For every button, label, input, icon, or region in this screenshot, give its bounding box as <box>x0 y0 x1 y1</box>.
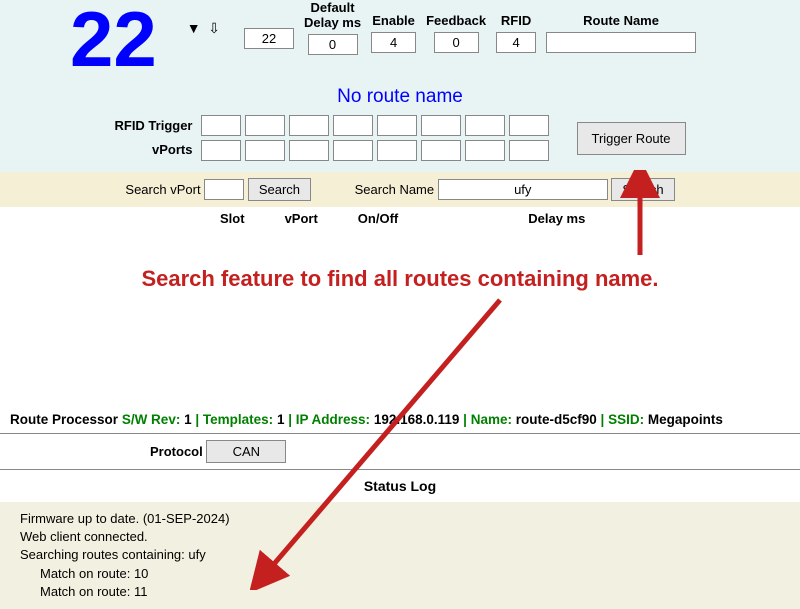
status-line: Firmware up to date. (01-SEP-2024) <box>20 510 780 528</box>
search-vport-input[interactable] <box>204 179 244 200</box>
rfid-trigger-input-1[interactable] <box>201 115 241 136</box>
search-vport-button[interactable]: Search <box>248 178 311 201</box>
down-solid-arrow-icon[interactable]: ▼ <box>187 20 201 36</box>
vports-input-6[interactable] <box>421 140 461 161</box>
vports-input-5[interactable] <box>377 140 417 161</box>
route-name-label: Route Name <box>583 0 659 28</box>
vports-input-4[interactable] <box>333 140 373 161</box>
col-onoff: On/Off <box>358 211 398 226</box>
vports-input-2[interactable] <box>245 140 285 161</box>
default-delay-label: DefaultDelay ms <box>304 0 361 30</box>
enable-label: Enable <box>372 0 415 28</box>
status-match: Match on route: 11 <box>40 583 780 601</box>
vports-input-1[interactable] <box>201 140 241 161</box>
status-match: Match on route: 10 <box>40 565 780 583</box>
protocol-label: Protocol <box>150 444 203 459</box>
route-name-input[interactable] <box>546 32 696 53</box>
rfid-trigger-input-5[interactable] <box>377 115 417 136</box>
default-delay-input[interactable] <box>308 34 358 55</box>
rfid-trigger-input-2[interactable] <box>245 115 285 136</box>
search-vport-label: Search vPort <box>125 182 200 197</box>
vports-input-7[interactable] <box>465 140 505 161</box>
status-line: Web client connected. <box>20 528 780 546</box>
search-name-input[interactable] <box>438 179 608 200</box>
enable-input[interactable] <box>371 32 416 53</box>
search-name-label: Search Name <box>355 182 434 197</box>
rfid-trigger-input-7[interactable] <box>465 115 505 136</box>
vports-input-3[interactable] <box>289 140 329 161</box>
status-log-header: Status Log <box>0 478 800 494</box>
rfid-trigger-input-4[interactable] <box>333 115 373 136</box>
down-outline-arrow-icon[interactable]: ⇩ <box>208 20 220 36</box>
device-info-line: Route Processor S/W Rev: 1 | Templates: … <box>0 412 800 427</box>
rfid-label: RFID <box>501 0 531 28</box>
no-route-name-text: No route name <box>10 86 790 108</box>
col-delay: Delay ms <box>528 211 585 226</box>
annotation-text: Search feature to find all routes contai… <box>0 266 800 292</box>
rfid-trigger-input-6[interactable] <box>421 115 461 136</box>
feedback-input[interactable] <box>434 32 479 53</box>
status-line: Searching routes containing: ufy <box>20 546 780 564</box>
col-slot: Slot <box>220 211 245 226</box>
protocol-button[interactable]: CAN <box>206 440 286 463</box>
rfid-trigger-input-3[interactable] <box>289 115 329 136</box>
vports-label: vPorts <box>114 138 192 162</box>
rfid-trigger-input-8[interactable] <box>509 115 549 136</box>
trigger-route-button[interactable]: Trigger Route <box>577 122 686 155</box>
arrow-controls: ▼ ⇩ <box>187 20 224 37</box>
col-vport: vPort <box>285 211 318 226</box>
rfid-input[interactable] <box>496 32 536 53</box>
route-num-input[interactable] <box>244 28 294 49</box>
route-number-display: 22 <box>70 0 157 78</box>
search-name-button[interactable]: Search <box>611 178 674 201</box>
feedback-label: Feedback <box>426 0 486 28</box>
rfid-trigger-label: RFID Trigger <box>114 114 192 138</box>
vports-input-8[interactable] <box>509 140 549 161</box>
status-log: Firmware up to date. (01-SEP-2024) Web c… <box>0 502 800 609</box>
